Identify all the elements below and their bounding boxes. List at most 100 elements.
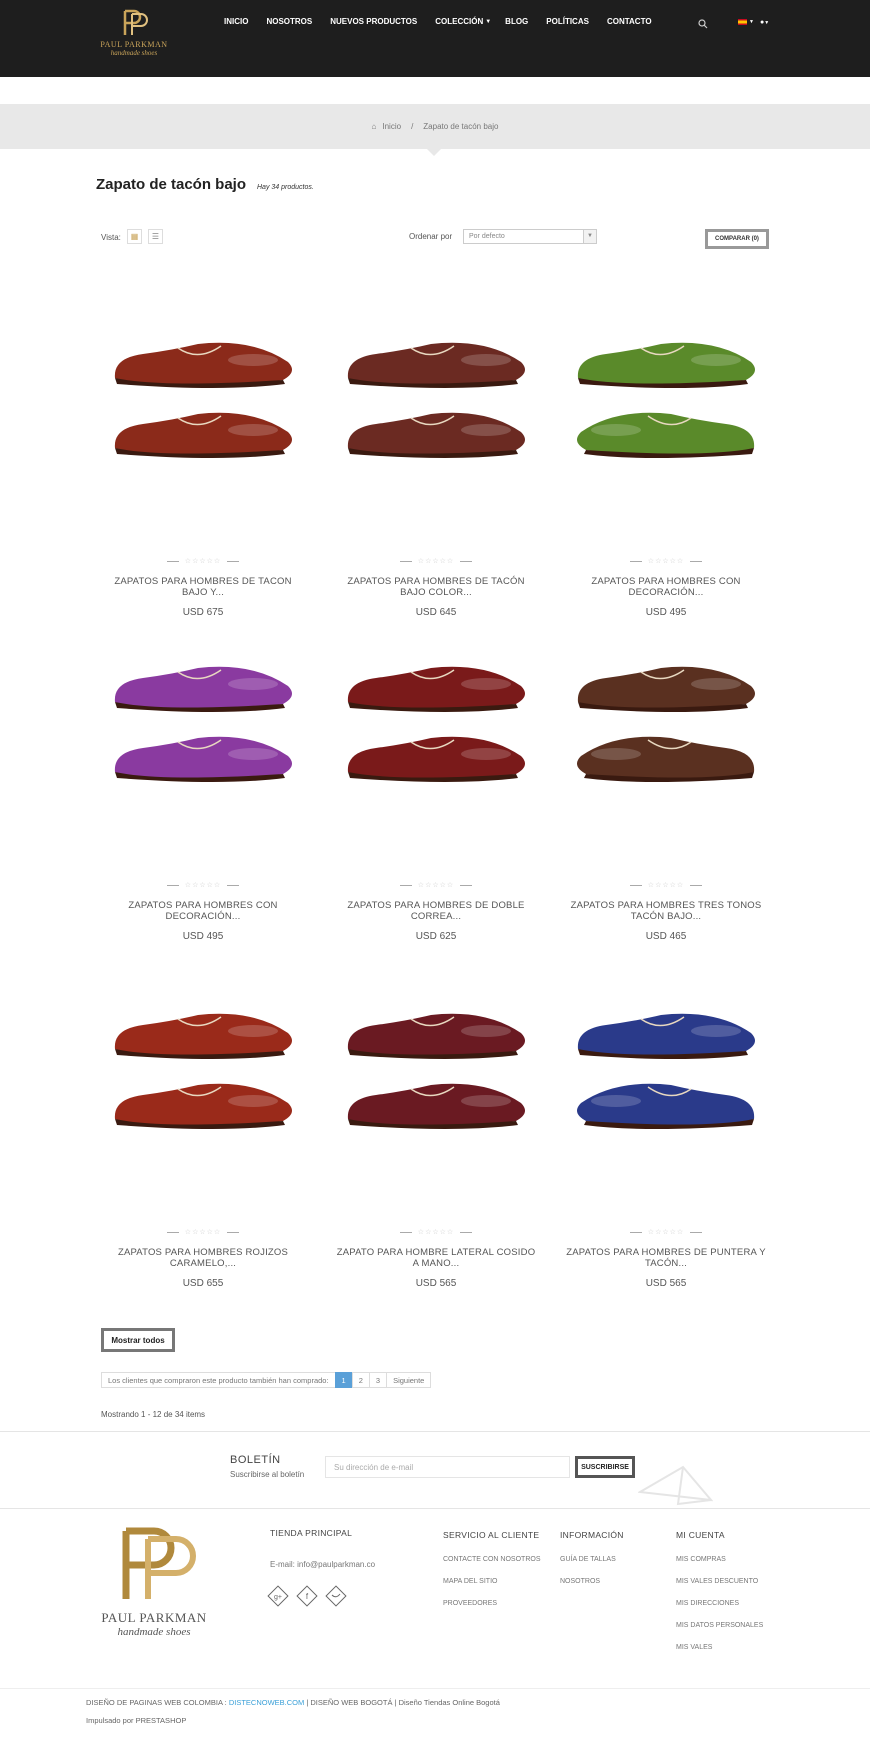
google-plus-button[interactable]: g+	[267, 1585, 289, 1607]
info-title: INFORMACIÓN	[560, 1530, 624, 1540]
product-card[interactable]: ☆☆☆☆☆ ZAPATOS PARA HOMBRES DE DOBLE CORR…	[336, 634, 536, 942]
product-card[interactable]: ☆☆☆☆☆ ZAPATOS PARA HOMBRES CON DECORACIÓ…	[103, 634, 303, 942]
link-mis-vales[interactable]: MIS VALES	[676, 1644, 712, 1651]
breadcrumb-arrow	[427, 149, 441, 156]
page-title: Zapato de tacón bajo	[96, 176, 247, 193]
next-page-button[interactable]: Siguiente	[386, 1372, 432, 1388]
nav-coleccion-label: COLECCIÓN	[435, 17, 484, 26]
search-icon[interactable]	[698, 19, 708, 29]
product-name[interactable]: ZAPATOS PARA HOMBRES DE DOBLE CORREA...	[336, 900, 536, 922]
grid-view-button[interactable]: ▦	[127, 229, 142, 244]
account-title: MI CUENTA	[676, 1530, 725, 1540]
product-name[interactable]: ZAPATOS PARA HOMBRES DE TACÓN BAJO COLOR…	[336, 576, 536, 598]
page-2-button[interactable]: 2	[351, 1372, 370, 1388]
product-image[interactable]	[336, 634, 536, 814]
product-name[interactable]: ZAPATO PARA HOMBRE LATERAL COSIDO A MANO…	[336, 1247, 536, 1269]
nav-nuevos-productos[interactable]: NUEVOS PRODUCTOS	[330, 17, 417, 26]
product-image[interactable]	[103, 310, 303, 490]
product-card[interactable]: ☆☆☆☆☆ ZAPATOS PARA HOMBRES DE TACÓN BAJO…	[336, 310, 536, 618]
product-card[interactable]: ☆☆☆☆☆ ZAPATOS PARA HOMBRES ROJIZOS CARAM…	[103, 981, 303, 1289]
link-mis-compras[interactable]: MIS COMPRAS	[676, 1556, 726, 1563]
footer-monogram-icon	[122, 1527, 196, 1599]
product-name[interactable]: ZAPATOS PARA HOMBRES DE PUNTERA Y TACÓN.…	[566, 1247, 766, 1269]
list-view-button[interactable]: ☰	[148, 229, 163, 244]
newsletter-subtitle: Suscribirse al boletín	[230, 1470, 305, 1479]
page-1-button[interactable]: 1	[334, 1372, 353, 1388]
nav-inicio[interactable]: INICIO	[224, 17, 248, 26]
product-card[interactable]: ☆☆☆☆☆ ZAPATOS PARA HOMBRES DE PUNTERA Y …	[566, 981, 766, 1289]
product-name[interactable]: ZAPATOS PARA HOMBRES ROJIZOS CARAMELO,..…	[103, 1247, 303, 1269]
user-menu[interactable]: ●▼	[760, 19, 769, 26]
newsletter-section: BOLETÍN Suscribirse al boletín Su direcc…	[0, 1431, 870, 1509]
product-image[interactable]	[336, 981, 536, 1161]
nav-coleccion[interactable]: COLECCIÓN ▼	[435, 17, 491, 26]
link-nosotros[interactable]: NOSOTROS	[560, 1578, 600, 1585]
product-price: USD 565	[645, 1278, 687, 1289]
product-name[interactable]: ZAPATOS PARA HOMBRES CON DECORACIÓN...	[566, 576, 766, 598]
language-selector[interactable]: ▼	[738, 19, 754, 25]
product-price: USD 465	[645, 931, 687, 942]
twitter-button[interactable]	[325, 1585, 347, 1607]
site-header: PAUL PARKMAN handmade shoes INICIO NOSOT…	[0, 0, 870, 77]
rating-stars: ☆☆☆☆☆	[103, 881, 303, 889]
compare-button[interactable]: COMPARAR (0)	[705, 229, 769, 249]
link-proveedores[interactable]: PROVEEDORES	[443, 1600, 497, 1607]
nav-nosotros[interactable]: NOSOTROS	[266, 17, 312, 26]
product-name[interactable]: ZAPATOS PARA HOMBRES CON DECORACIÓN...	[103, 900, 303, 922]
product-image[interactable]	[336, 310, 536, 490]
page-3-button[interactable]: 3	[368, 1372, 388, 1388]
twitter-icon	[325, 1585, 347, 1607]
link-mis-vales-descuento[interactable]: MIS VALES DESCUENTO	[676, 1578, 758, 1585]
product-image[interactable]	[103, 634, 303, 814]
product-card[interactable]: ☆☆☆☆☆ ZAPATOS PARA HOMBRES CON DECORACIÓ…	[566, 310, 766, 618]
shoe-image-icon	[577, 1013, 755, 1129]
credits-link[interactable]: DISTECNOWEB.COM	[229, 1698, 304, 1707]
store-email[interactable]: E-mail: info@paulparkman.co	[270, 1560, 375, 1569]
nav-blog[interactable]: BLOG	[505, 17, 528, 26]
pager-label: Los clientes que compraron este producto…	[101, 1372, 336, 1388]
link-mapa-sitio[interactable]: MAPA DEL SITIO	[443, 1578, 497, 1585]
rating-stars: ☆☆☆☆☆	[566, 557, 766, 565]
breadcrumb-home[interactable]: Inicio	[382, 122, 401, 131]
product-image[interactable]	[566, 310, 766, 490]
rating-stars: ☆☆☆☆☆	[103, 1228, 303, 1236]
shoe-image-icon	[577, 342, 755, 458]
product-name[interactable]: ZAPATOS PARA HOMBRES DE TACON BAJO Y...	[103, 576, 303, 598]
pagination: Los clientes que compraron este producto…	[101, 1372, 432, 1388]
product-card[interactable]: ☆☆☆☆☆ ZAPATO PARA HOMBRE LATERAL COSIDO …	[336, 981, 536, 1289]
show-all-button[interactable]: Mostrar todos	[101, 1328, 175, 1352]
google-plus-icon: g+	[267, 1585, 289, 1607]
facebook-icon: f	[296, 1585, 318, 1607]
link-guia-tallas[interactable]: GUÍA DE TALLAS	[560, 1556, 616, 1563]
product-count: Hay 34 productos.	[257, 184, 314, 191]
facebook-button[interactable]: f	[296, 1585, 318, 1607]
nav-contacto[interactable]: CONTACTO	[607, 17, 652, 26]
sort-label: Ordenar por	[409, 232, 453, 241]
logo-tagline: handmade shoes	[110, 49, 158, 57]
product-image[interactable]	[566, 981, 766, 1161]
nav-politicas[interactable]: POLÍTICAS	[546, 17, 589, 26]
link-mis-datos[interactable]: MIS DATOS PERSONALES	[676, 1622, 763, 1629]
link-contacte[interactable]: CONTACTE CON NOSOTROS	[443, 1556, 540, 1563]
product-image[interactable]	[566, 634, 766, 814]
logo-monogram-icon	[123, 9, 148, 35]
product-card[interactable]: ☆☆☆☆☆ ZAPATOS PARA HOMBRES DE TACON BAJO…	[103, 310, 303, 618]
subscribe-button[interactable]: SUSCRIBIRSE	[575, 1456, 635, 1478]
product-name[interactable]: ZAPATOS PARA HOMBRES TRES TONOS TACÓN BA…	[566, 900, 766, 922]
powered-by[interactable]: Impulsado por PRESTASHOP	[86, 1716, 186, 1725]
rating-stars: ☆☆☆☆☆	[336, 881, 536, 889]
grid-icon: ▦	[130, 232, 139, 241]
product-card[interactable]: ☆☆☆☆☆ ZAPATOS PARA HOMBRES TRES TONOS TA…	[566, 634, 766, 942]
home-icon[interactable]: ⌂	[372, 122, 377, 131]
shoe-image-icon	[347, 666, 525, 782]
brand-logo[interactable]: PAUL PARKMAN handmade shoes	[96, 8, 172, 64]
link-mis-direcciones[interactable]: MIS DIRECCIONES	[676, 1600, 739, 1607]
rating-stars: ☆☆☆☆☆	[566, 1228, 766, 1236]
product-image[interactable]	[103, 981, 303, 1161]
breadcrumb-separator: /	[411, 122, 414, 131]
newsletter-email-input[interactable]: Su dirección de e-mail	[325, 1456, 570, 1478]
showing-count: Mostrando 1 - 12 de 34 items	[101, 1410, 206, 1419]
sort-select[interactable]: Por defecto ▼	[463, 229, 597, 244]
list-icon: ☰	[151, 232, 160, 241]
product-price: USD 495	[645, 607, 687, 618]
